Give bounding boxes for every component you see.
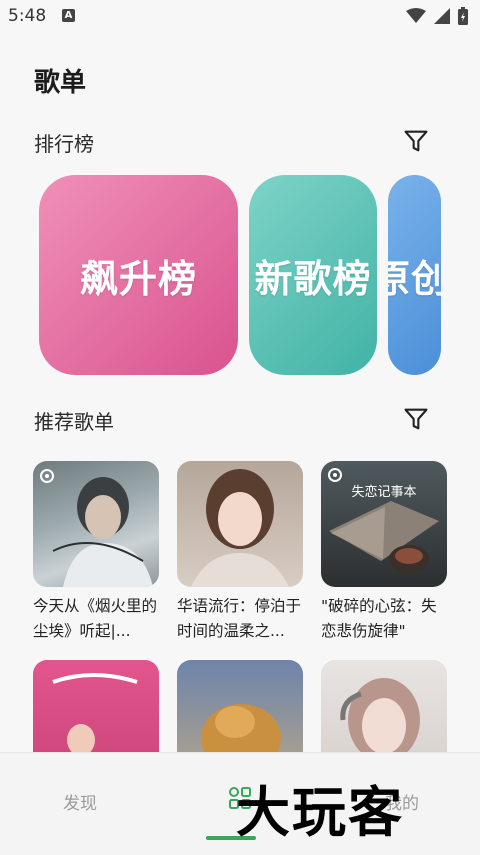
rank-card-label: 新歌榜 (254, 256, 372, 301)
playlist-cover[interactable] (33, 461, 159, 587)
nav-discover[interactable]: 发现 (63, 789, 97, 814)
cover-title-text: 失恋记事本 (351, 485, 417, 500)
signal-icon (434, 8, 450, 24)
watermark-text: 大玩客 (236, 781, 404, 844)
recommended-filter-icon[interactable] (402, 405, 430, 433)
recommended-title: 推荐歌单 (34, 410, 114, 434)
status-bar: 5:48 A (0, 0, 480, 34)
rankings-filter-icon[interactable] (402, 127, 430, 155)
battery-icon (458, 7, 468, 25)
rank-card-soaring[interactable]: 飙升榜 (39, 175, 238, 375)
playlist-cover[interactable]: 失恋记事本 (321, 461, 447, 587)
rankings-title: 排行榜 (34, 132, 94, 156)
page-title: 歌单 (34, 68, 87, 98)
playlist-caption[interactable]: "破碎的心弦：失恋悲伤旋律" (321, 594, 447, 646)
playlist-caption[interactable]: 今天从《烟火里的尘埃》听起|... (33, 594, 159, 646)
rank-card-new[interactable]: 新歌榜 (249, 175, 377, 375)
status-time: 5:48 (8, 6, 47, 26)
notification-icon: A (62, 9, 75, 22)
rank-card-label: 飙升榜 (79, 256, 197, 301)
playlist-cover[interactable] (177, 461, 303, 587)
rank-card-original[interactable]: 原创 (388, 175, 441, 375)
playlist-caption[interactable]: 华语流行：停泊于时间的温柔之... (177, 594, 303, 646)
cover-art (191, 469, 289, 587)
status-icons (406, 7, 468, 25)
wifi-icon (406, 8, 426, 23)
play-count-icon (40, 469, 54, 483)
rank-card-label: 原创 (388, 256, 441, 301)
